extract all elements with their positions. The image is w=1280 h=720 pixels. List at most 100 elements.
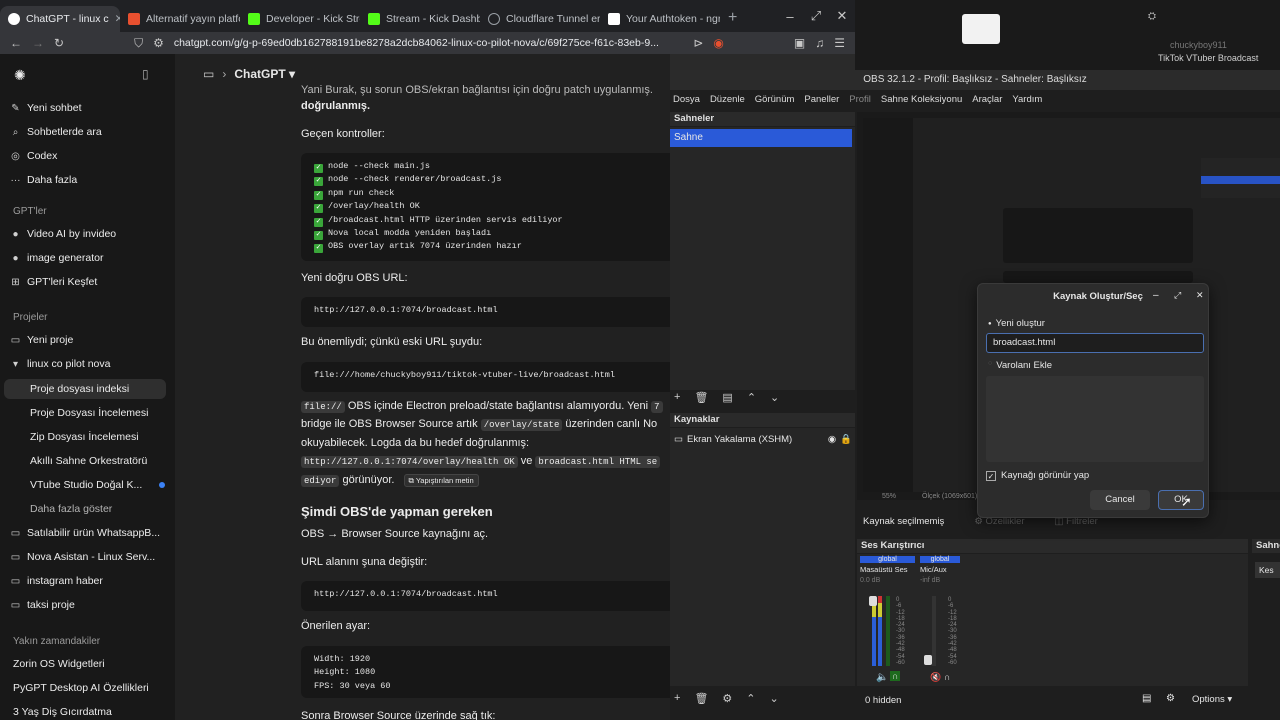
reload-icon[interactable]: ↻ [54,36,64,50]
checkbox-checked-icon: ✓ [986,470,996,481]
global-tag: global [920,556,960,563]
speaker-icon[interactable]: 🔈 [876,672,888,683]
trash-icon[interactable]: 🗑 [694,692,708,705]
sidebar-item-recent[interactable]: Zorin OS Widgetleri [13,658,173,670]
headphones-icon[interactable]: ∩ [944,672,950,682]
message-paragraph: file:// OBS içinde Electron preload/stat… [301,400,663,413]
source-name-input[interactable]: broadcast.html [986,333,1204,353]
folder-icon[interactable] [962,14,1000,44]
menu-item-help[interactable]: Yardım [1012,94,1042,110]
gear-icon[interactable]: ⚙ [722,692,732,705]
add-icon[interactable]: + [674,391,680,404]
site-settings-icon[interactable]: ⚙ [153,36,164,50]
close-icon[interactable]: ✕ [1196,290,1204,301]
tab-ngrok[interactable]: Your Authtoken - ngr [600,6,720,32]
arrow-down-icon[interactable]: ⌄ [770,391,779,404]
add-icon[interactable]: + [674,692,680,705]
layout-icon[interactable]: ▤ [1142,693,1151,704]
arrow-down-icon[interactable]: ⌄ [770,692,779,705]
menu-item-view[interactable]: Görünüm [755,94,795,110]
sidebar-item-chat[interactable]: VTube Studio Doğal K... [30,479,165,491]
projects-heading: Projeler [13,312,48,323]
sidebar-item-project[interactable]: ▭ Nova Asistan - Linux Serv... [10,551,170,563]
sidebar-item-recent[interactable]: 3 Yaş Diş Gıcırdatma [13,706,173,718]
forward-icon[interactable]: → [32,36,44,50]
code-block-old-url: file:///home/chuckyboy911/tiktok-vtuber-… [301,362,670,392]
window-close-icon[interactable]: ✕ [829,8,855,24]
add-existing-radio[interactable]: ○ Varolanı Ekle [988,360,1052,371]
sidebar-item-project[interactable]: ▭ Satılabilir ürün WhatsappB... [10,527,170,539]
tab-cloudflare[interactable]: Cloudflare Tunnel er [480,6,600,32]
trash-icon[interactable]: 🗑 [694,391,708,404]
source-item[interactable]: ▭ Ekran Yakalama (XSHM) ◉ 🔒 [674,434,852,445]
bookmark-icon[interactable]: ⛉ [134,36,143,51]
sidebar-item-chat[interactable]: Akıllı Sahne Orkestratörü [30,455,165,467]
maximize-icon[interactable]: ⤢ [1174,290,1181,301]
visible-checkbox[interactable]: ✓ Kaynağı görünür yap [986,470,1089,481]
sidebar-toggle-icon[interactable]: ▯ [142,67,149,81]
sidebar-item-new-chat[interactable]: ✎ Yeni sohbet [10,102,170,114]
menu-item-tools[interactable]: Araçlar [972,94,1002,110]
channel-name[interactable]: Mic/Aux [920,565,960,574]
eye-icon[interactable]: ◉ [828,434,836,445]
media-icon[interactable]: ♫ [815,36,824,50]
minimize-icon[interactable]: – [1153,290,1159,301]
sidebar-show-more[interactable]: Daha fazla göster [30,503,165,515]
sidebar-item-project[interactable]: ▭ instagram haber [10,575,170,587]
menu-item-profile[interactable]: Profil [849,94,871,110]
url-field[interactable]: chatgpt.com/g/g-p-69ed0db162788191be8278… [174,37,684,49]
sidebar-item-project[interactable]: ▭ taksi proje [10,599,170,611]
pasted-text-badge[interactable]: ⧉ Yapıştırılan metin [403,474,479,487]
sidebar-item-search[interactable]: ⌕ Sohbetlerde ara [10,126,170,138]
create-new-radio[interactable]: ● Yeni oluştur [988,318,1045,329]
channel-name[interactable]: Masaüstü Ses [860,565,915,574]
scene-item[interactable]: Sahne [670,129,852,147]
mute-icon[interactable]: 🔇 [930,672,941,683]
tab-kick-developer[interactable]: Developer - Kick Stre [240,6,360,32]
cancel-button[interactable]: Cancel [1090,490,1150,510]
globe-icon [488,13,500,25]
share-icon[interactable]: ⊳ [693,36,703,50]
existing-sources-list[interactable] [986,376,1204,462]
sidebar-item-project[interactable]: ▾ linux co pilot nova [10,358,170,370]
options-button[interactable]: Options ▾ [1192,694,1232,705]
model-selector[interactable]: ChatGPT ▾ [234,67,295,81]
screenshot-icon[interactable]: ▣ [794,36,805,50]
sidebar-item-gpt[interactable]: ● Video AI by invideo [10,228,170,240]
sidebar-item-explore-gpts[interactable]: ⊞ GPT'leri Keşfet [10,276,170,288]
sidebar-item-codex[interactable]: ◎ Codex [10,150,170,162]
maximize-icon[interactable]: ⤢ [803,8,829,24]
filter-icon[interactable]: ▤ [722,391,732,404]
arrow-up-icon[interactable]: ⌃ [747,391,756,404]
menu-item-file[interactable]: Dosya [673,94,700,110]
back-icon[interactable]: ← [10,36,22,50]
minimize-icon[interactable]: – [777,9,803,24]
sidebar-item-gpt[interactable]: ● image generator [10,252,170,264]
gear-icon[interactable]: ⚙ [1166,693,1175,704]
message-text: OBS → Browser Source kaynağını aç. [301,528,489,540]
extension-icon[interactable]: ◉ [713,36,723,50]
openai-logo-icon[interactable]: ✺ [14,67,26,84]
menu-icon[interactable]: ☰ [834,36,845,50]
tab-kick-dashboard[interactable]: Stream - Kick Dashb [360,6,480,32]
sidebar-item-more[interactable]: ··· Daha fazla [10,174,170,186]
sidebar-item-recent[interactable]: PyGPT Desktop AI Özellikleri [13,682,173,694]
menu-item-docks[interactable]: Paneller [804,94,839,110]
cut-button[interactable]: Kes [1255,562,1280,578]
headphones-icon[interactable]: ∩ [890,671,901,681]
tab-alternatif[interactable]: Alternatif yayın platfo [120,6,240,32]
codex-icon: ◎ [11,150,20,162]
code-block-url: http://127.0.0.1:7074/broadcast.html [301,297,670,327]
menu-item-scene-collection[interactable]: Sahne Koleksiyonu [881,94,962,110]
sidebar-item-chat[interactable]: Proje Dosyası İncelemesi [30,407,165,419]
sidebar-item-chat[interactable]: Proje dosyası indeksi [30,383,165,395]
tab-chatgpt[interactable]: ChatGPT - linux c ✕ [0,6,120,32]
arrow-up-icon[interactable]: ⌃ [746,692,755,705]
lock-icon[interactable]: 🔒 [840,434,852,445]
volume-slider-handle[interactable] [924,655,932,665]
menu-item-edit[interactable]: Düzenle [710,94,745,110]
new-tab-button[interactable]: + [720,9,745,27]
sidebar-item-new-project[interactable]: ▭ Yeni proje [10,334,170,346]
volume-slider-handle[interactable] [869,596,877,606]
sidebar-item-chat[interactable]: Zip Dosyası İncelemesi [30,431,165,443]
